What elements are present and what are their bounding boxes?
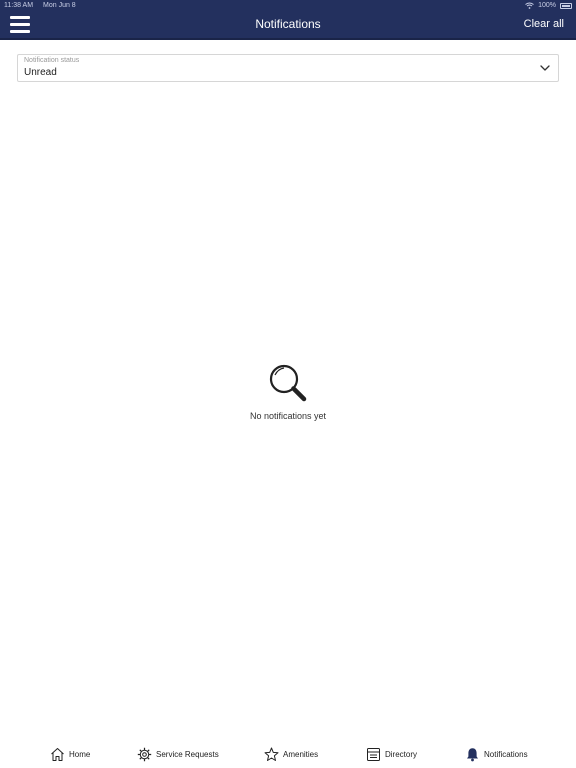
empty-state-message: No notifications yet — [249, 411, 327, 421]
wifi-icon — [525, 2, 534, 9]
gear-icon — [137, 747, 152, 761]
bell-icon — [467, 747, 478, 761]
star-icon — [264, 747, 279, 761]
status-date: Mon Jun 8 — [43, 2, 76, 9]
tab-notifications-label: Notifications — [484, 749, 528, 759]
notification-status-label: Notification status — [24, 57, 80, 64]
empty-state: No notifications yet — [0, 363, 576, 421]
header-bar: 11:38 AM Mon Jun 8 100% Notifications Cl… — [0, 0, 576, 40]
tab-amenities[interactable]: Amenities — [264, 746, 318, 762]
tab-home-label: Home — [69, 749, 91, 759]
tab-service-requests[interactable]: Service Requests — [137, 746, 219, 762]
tab-bar: Home Service Requests Amenities Director… — [0, 738, 576, 768]
tab-amenities-label: Amenities — [283, 749, 319, 759]
page-title: Notifications — [255, 17, 321, 31]
battery-icon — [560, 2, 572, 9]
tab-service-requests-label: Service Requests — [156, 749, 219, 759]
home-icon — [51, 747, 64, 761]
magnifier-icon — [269, 364, 307, 402]
notification-status-select[interactable]: Notification status Unread — [17, 54, 559, 82]
status-bar: 11:38 AM Mon Jun 8 100% — [0, 0, 576, 11]
directory-icon — [367, 747, 380, 761]
battery-percent: 100% — [538, 2, 556, 9]
tab-directory-label: Directory — [385, 749, 418, 759]
tab-directory[interactable]: Directory — [366, 746, 417, 762]
tab-home[interactable]: Home — [50, 746, 90, 762]
tab-notifications[interactable]: Notifications — [465, 746, 528, 762]
status-time: 11:38 AM — [4, 2, 34, 9]
notification-status-value: Unread — [24, 67, 57, 78]
chevron-down-icon — [540, 65, 550, 71]
clear-all-button[interactable]: Clear all — [524, 18, 564, 30]
